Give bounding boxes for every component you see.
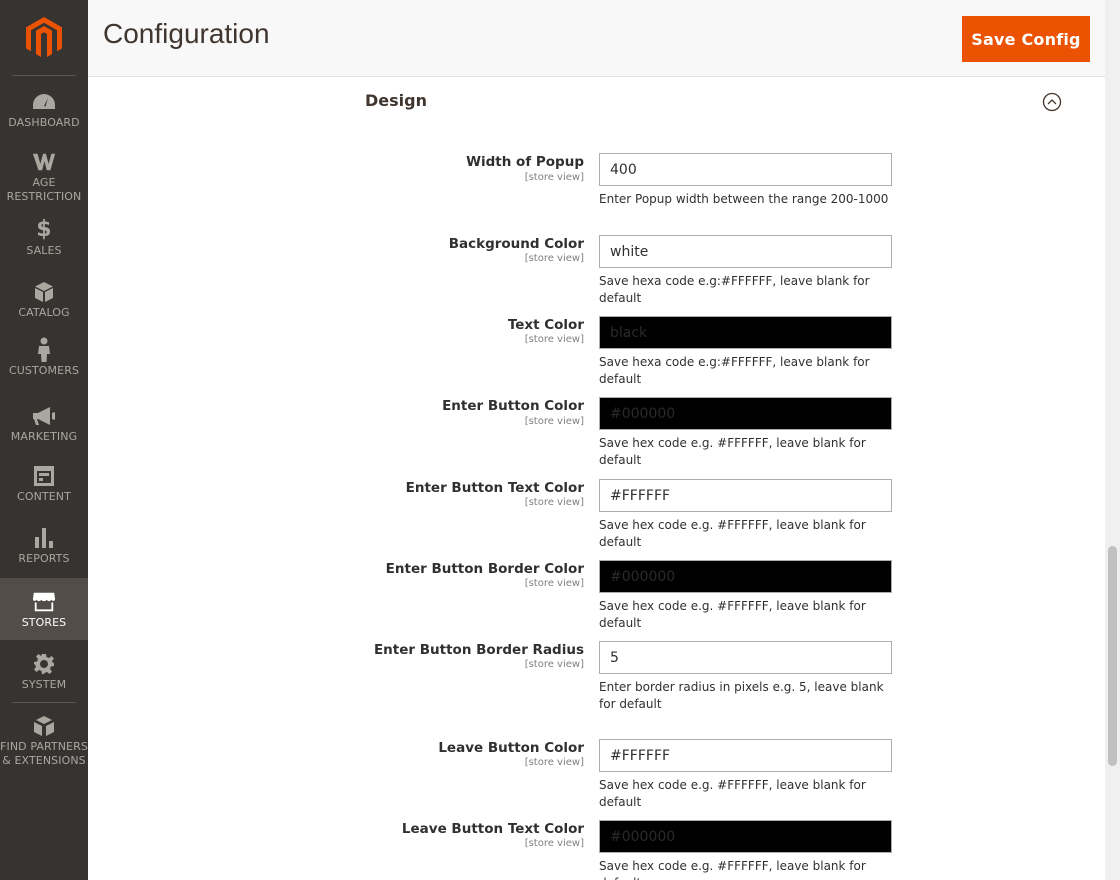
sidebar-item-label: SALES — [26, 244, 62, 257]
leave-button-color-input[interactable] — [599, 739, 892, 772]
sidebar-item-stores[interactable]: STORES — [0, 578, 88, 640]
field-note: Save hex code e.g. #FFFFFF, leave blank … — [599, 518, 866, 549]
sidebar-item-dashboard[interactable]: DASHBOARD — [0, 90, 88, 136]
page-header: Configuration Save Config — [88, 0, 1105, 77]
field-label: Enter Button Text Color — [405, 480, 584, 496]
field-note: Save hex code e.g. #FFFFFF, leave blank … — [599, 599, 866, 630]
gear-icon — [32, 652, 56, 676]
sidebar-item-age-restriction[interactable]: AGE RESTRICTION — [0, 150, 88, 206]
blocks-icon — [32, 714, 56, 738]
field-label: Enter Button Border Radius — [373, 642, 584, 658]
field-note: Save hex code e.g. #FFFFFF, leave blank … — [599, 859, 866, 880]
background-color-input[interactable] — [599, 235, 892, 268]
sidebar-item-label: SYSTEM — [21, 678, 67, 691]
box-icon — [32, 280, 56, 304]
field-scope: [store view] — [524, 416, 584, 427]
sidebar-item-label: REPORTS — [18, 552, 70, 565]
width-of-popup-input[interactable] — [599, 153, 892, 186]
sidebar-item-content[interactable]: CONTENT — [0, 464, 88, 506]
enter-button-border-radius-input[interactable] — [599, 641, 892, 674]
magento-logo[interactable] — [0, 0, 88, 76]
magento-logo-icon — [26, 17, 62, 57]
layout-icon — [32, 464, 56, 488]
sidebar-item-label: CUSTOMERS — [8, 364, 80, 377]
logo-divider — [12, 75, 76, 76]
sidebar-item-label: DASHBOARD — [8, 116, 80, 129]
field-scope: [store view] — [524, 757, 584, 768]
field-label: Text Color — [507, 317, 584, 333]
bar-chart-icon — [32, 526, 56, 550]
section-title[interactable]: Design — [365, 91, 427, 110]
field-note: Enter Popup width between the range 200-… — [599, 192, 889, 206]
page-title: Configuration — [103, 18, 270, 49]
field-label: Enter Button Color — [442, 398, 584, 414]
age-restriction-icon — [32, 150, 56, 174]
nav-divider — [12, 702, 76, 703]
enter-button-text-color-input[interactable] — [599, 479, 892, 512]
field-label: Width of Popup — [466, 154, 584, 170]
sidebar-item-system[interactable]: SYSTEM — [0, 652, 88, 694]
field-scope: [store view] — [524, 659, 584, 670]
sidebar-item-label: STORES — [21, 616, 67, 629]
field-scope: [store view] — [524, 497, 584, 508]
admin-sidebar: DASHBOARD AGE RESTRICTION $ SALES CATALO… — [0, 0, 88, 880]
sidebar-item-catalog[interactable]: CATALOG — [0, 280, 88, 320]
page-scrollbar[interactable] — [1105, 0, 1120, 880]
field-scope: [store view] — [524, 253, 584, 264]
field-scope: [store view] — [524, 334, 584, 345]
leave-button-text-color-input[interactable] — [599, 820, 892, 853]
field-note: Save hex code e.g. #FFFFFF, leave blank … — [599, 778, 866, 809]
field-note: Enter border radius in pixels e.g. 5, le… — [599, 680, 884, 711]
field-note: Save hexa code e.g:#FFFFFF, leave blank … — [599, 274, 870, 305]
field-note: Save hexa code e.g:#FFFFFF, leave blank … — [599, 355, 870, 386]
sidebar-item-label: MARKETING — [10, 430, 78, 443]
dashboard-icon — [32, 90, 56, 114]
dollar-icon: $ — [36, 217, 52, 242]
sidebar-item-sales[interactable]: $ SALES — [0, 218, 88, 258]
sidebar-item-label: FIND PARTNERS & EXTENSIONS — [0, 740, 88, 767]
field-scope: [store view] — [524, 838, 584, 849]
sidebar-item-find-partners[interactable]: FIND PARTNERS & EXTENSIONS — [0, 714, 88, 768]
field-scope: [store view] — [524, 578, 584, 589]
enter-button-border-color-input[interactable] — [599, 560, 892, 593]
field-label: Enter Button Border Color — [385, 561, 584, 577]
field-scope: [store view] — [524, 172, 584, 183]
sidebar-item-customers[interactable]: CUSTOMERS — [0, 337, 88, 382]
sidebar-item-reports[interactable]: REPORTS — [0, 526, 88, 568]
save-config-button[interactable]: Save Config — [962, 16, 1090, 62]
sidebar-item-marketing[interactable]: MARKETING — [0, 404, 88, 444]
sidebar-item-label: CATALOG — [18, 306, 70, 319]
field-note: Save hex code e.g. #FFFFFF, leave blank … — [599, 436, 866, 467]
storefront-icon — [32, 590, 56, 614]
text-color-input[interactable] — [599, 316, 892, 349]
enter-button-color-input[interactable] — [599, 397, 892, 430]
field-label: Background Color — [448, 236, 584, 252]
sidebar-item-label: CONTENT — [17, 490, 71, 503]
sidebar-item-label: AGE RESTRICTION — [6, 176, 82, 203]
megaphone-icon — [32, 404, 56, 428]
person-icon — [32, 337, 56, 362]
scrollbar-thumb[interactable] — [1108, 546, 1117, 766]
field-label: Leave Button Color — [438, 740, 584, 756]
collapse-chevron-up-icon[interactable] — [1042, 92, 1062, 112]
field-label: Leave Button Text Color — [401, 821, 584, 837]
